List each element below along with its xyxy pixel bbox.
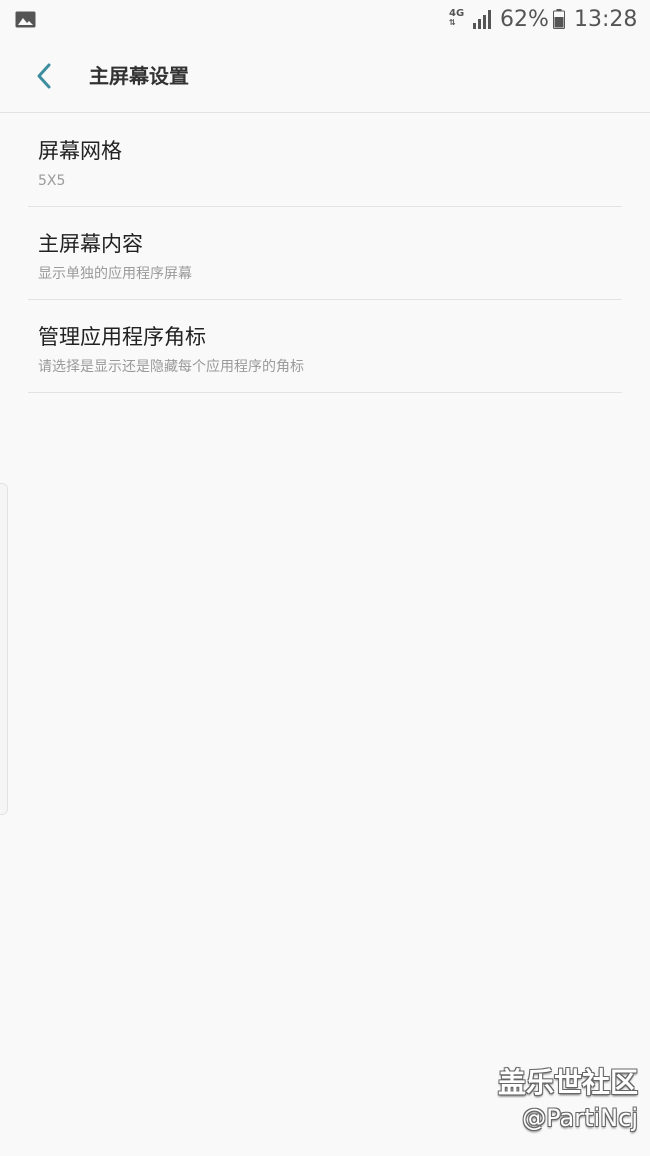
- setting-subtitle: 显示单独的应用程序屏幕: [38, 266, 192, 282]
- watermark-handle: @PartiNcj: [522, 1104, 638, 1132]
- page-title: 主屏幕设置: [89, 64, 189, 88]
- screen: 4G ⇅ 62% 13:28 主屏幕设置 屏幕网格 5X5 主屏幕内容 显示单独…: [0, 0, 650, 1156]
- setting-title: 屏幕网格: [38, 139, 122, 163]
- settings-list: 屏幕网格 5X5 主屏幕内容 显示单独的应用程序屏幕 管理应用程序角标 请选择是…: [28, 114, 622, 393]
- network-4g-icon: 4G ⇅: [449, 8, 465, 27]
- setting-app-icon-badges[interactable]: 管理应用程序角标 请选择是显示还是隐藏每个应用程序的角标: [28, 300, 622, 393]
- chevron-left-icon: [37, 63, 51, 89]
- battery-icon: [553, 9, 565, 29]
- gallery-icon: [15, 11, 36, 28]
- setting-title: 主屏幕内容: [38, 232, 143, 256]
- battery-percent: 62%: [500, 7, 549, 32]
- back-button[interactable]: [24, 56, 64, 96]
- watermark-title: 盖乐世社区: [497, 1066, 638, 1099]
- edge-panel-handle[interactable]: [0, 483, 8, 815]
- setting-subtitle: 5X5: [38, 173, 66, 189]
- status-time: 13:28: [574, 7, 638, 32]
- signal-icon: [473, 10, 491, 29]
- setting-title: 管理应用程序角标: [38, 325, 206, 349]
- status-bar: 4G ⇅ 62% 13:28: [0, 0, 650, 40]
- setting-subtitle: 请选择是显示还是隐藏每个应用程序的角标: [38, 359, 304, 375]
- setting-home-screen-content[interactable]: 主屏幕内容 显示单独的应用程序屏幕: [28, 207, 622, 300]
- watermark: 盖乐世社区 @PartiNcj: [498, 1064, 638, 1134]
- app-bar: 主屏幕设置: [0, 40, 650, 113]
- setting-screen-grid[interactable]: 屏幕网格 5X5: [28, 114, 622, 207]
